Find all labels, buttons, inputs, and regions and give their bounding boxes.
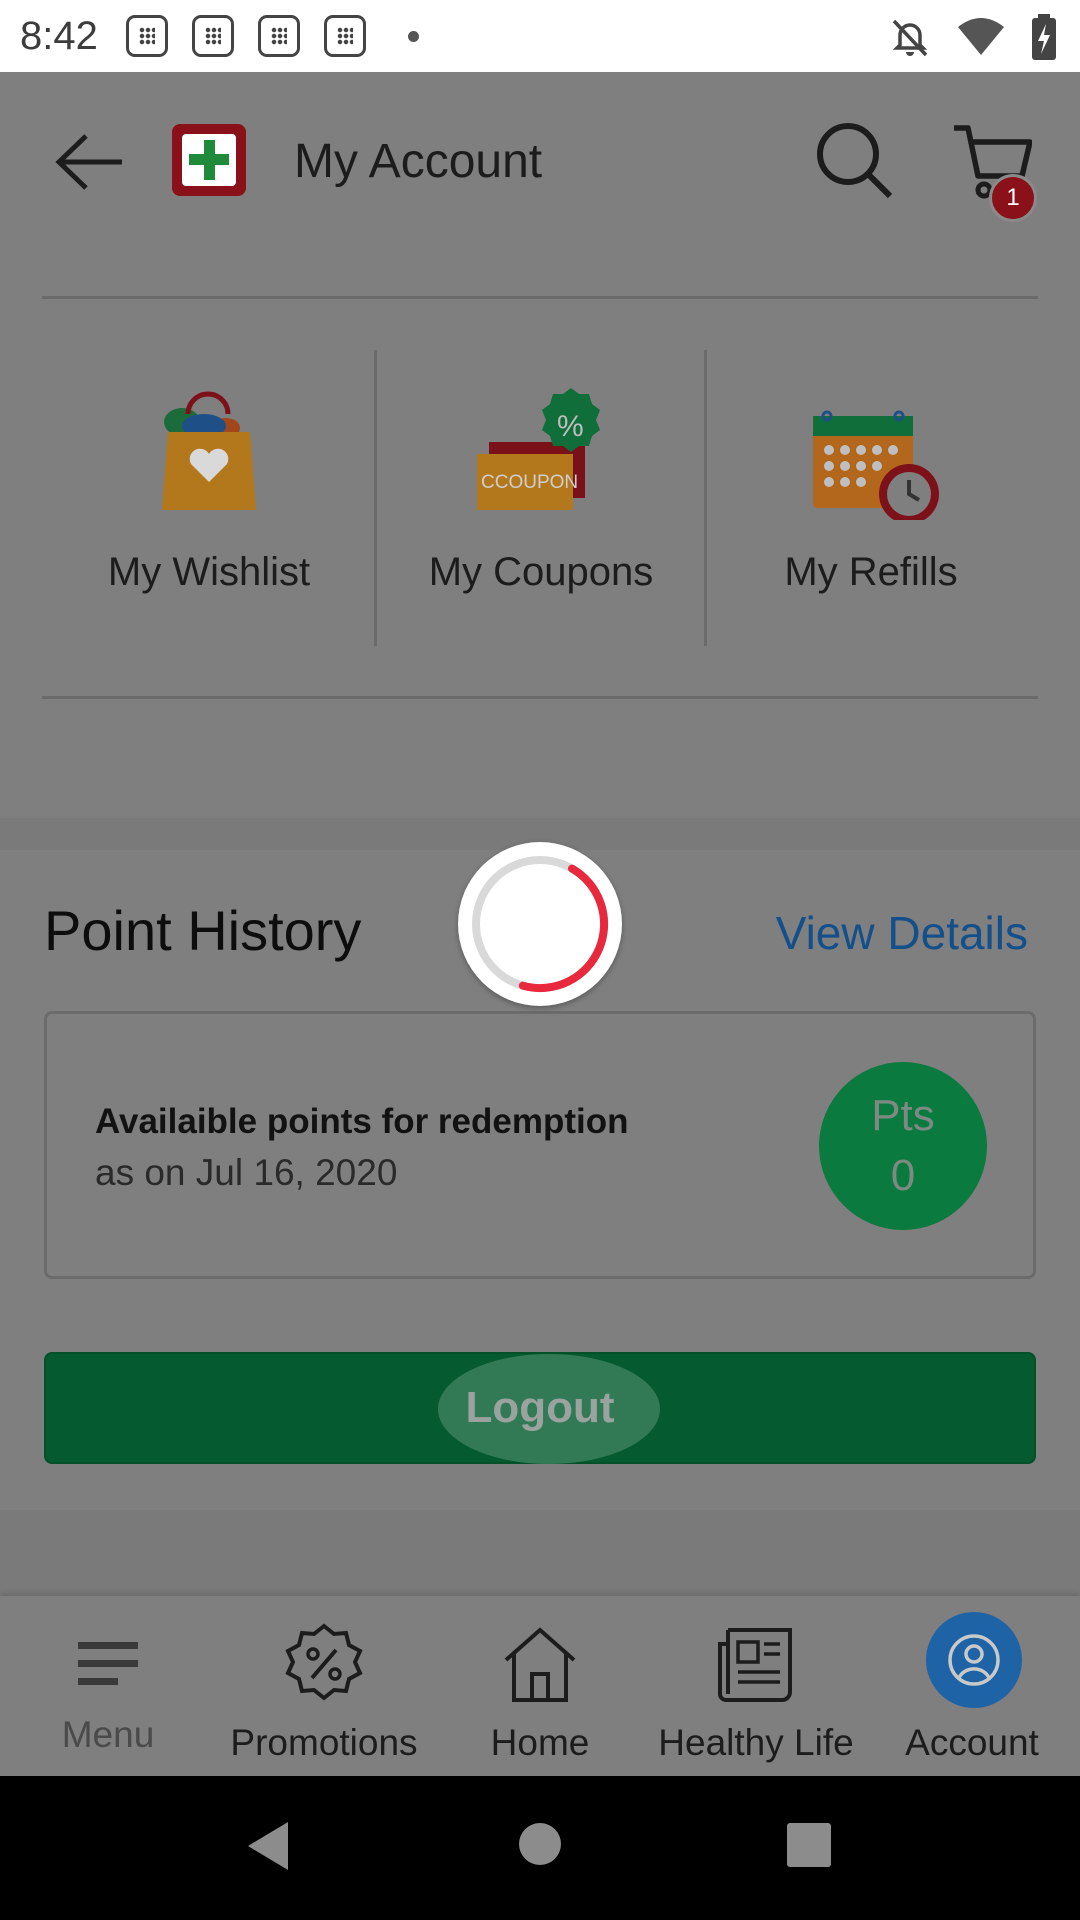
coupon-icon-text: CCOUPON [481,472,578,493]
brand-logo [172,124,246,196]
more-notifications-icon [407,30,419,42]
logout-label: Logout [465,1383,615,1432]
battery-icon [1032,14,1056,60]
nav-label: Promotions [230,1722,418,1763]
home-icon [504,1627,576,1702]
wifi-icon [958,18,1004,55]
bottom-navigation: Menu Promotions Home Healthy Life Accoun… [0,1596,1080,1776]
view-details-link[interactable]: View Details [776,906,1028,960]
refills-link[interactable]: My Refills [706,350,1036,646]
nav-item-menu[interactable]: Menu [0,1596,216,1776]
divider [42,296,1038,299]
notification-icon [191,15,234,57]
cart-count-badge: 1 [989,174,1037,222]
divider [42,696,1038,699]
percent-badge-icon [285,1623,363,1701]
points-value: 0 [890,1151,916,1200]
coupons-link[interactable]: CCOUPON % My Coupons [376,350,706,646]
nav-item-home[interactable]: Home [432,1596,648,1776]
wishlist-label: My Wishlist [107,550,311,594]
nav-item-promotions[interactable]: Promotions [216,1596,432,1776]
points-badge: Pts 0 [819,1062,987,1230]
status-time: 8:42 [20,13,98,58]
user-circle-icon [948,1634,1000,1686]
nav-item-account[interactable]: Account [864,1596,1080,1776]
status-bar: 8:42 [0,0,1080,72]
logout-button[interactable]: Logout [44,1352,1036,1464]
newspaper-icon [718,1628,792,1702]
system-recents-icon[interactable] [786,1822,832,1868]
calendar-clock-icon [813,410,939,520]
nav-label: Healthy Life [658,1722,854,1763]
svg-text:%: % [557,410,584,443]
page-title: My Account [294,135,543,188]
points-unit: Pts [871,1091,935,1140]
notification-icon [125,15,168,57]
points-label: Availaible points for redemption [95,1102,629,1141]
coupons-label: My Coupons [428,550,654,594]
system-navigation-bar [0,1776,1080,1920]
points-card: Availaible points for redemption as on J… [44,1011,1036,1279]
nav-label: Account [905,1722,1039,1763]
refills-label: My Refills [784,550,958,594]
coupon-icon: CCOUPON % [477,388,600,510]
do-not-disturb-icon [892,19,928,57]
notification-icon [257,15,300,57]
section-title: Point History [44,899,362,962]
nav-item-healthy-life[interactable]: Healthy Life [648,1596,864,1776]
nav-label: Menu [61,1714,155,1755]
spinner-icon [472,856,609,993]
back-arrow-icon[interactable] [50,127,130,197]
system-back-icon[interactable] [244,1820,292,1872]
nav-label: Home [490,1722,590,1763]
hamburger-menu-icon [78,1642,138,1685]
search-icon[interactable] [814,120,894,200]
active-indicator [926,1612,1022,1708]
loading-spinner [458,842,622,1006]
app-bar: My Account 1 [0,72,1080,252]
notification-icon [323,15,366,57]
wishlist-link[interactable]: My Wishlist [44,350,374,646]
points-date: as on Jul 16, 2020 [95,1152,398,1193]
shopping-bag-heart-icon [162,391,256,510]
system-home-icon[interactable] [518,1822,562,1866]
